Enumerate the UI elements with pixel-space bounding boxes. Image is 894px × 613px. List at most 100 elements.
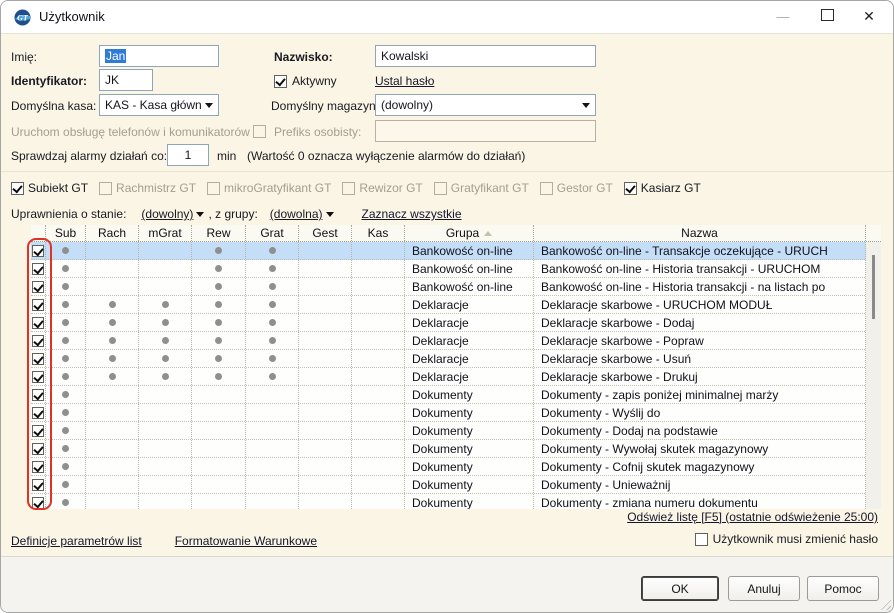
prefiks-input[interactable] xyxy=(375,120,596,142)
column-header-sub[interactable]: Sub xyxy=(46,225,86,241)
dot-cell-kas xyxy=(352,278,405,295)
dot-cell-grat xyxy=(246,260,299,277)
permission-row[interactable]: DokumentyDokumenty - Unieważnij xyxy=(31,476,881,494)
permission-row[interactable]: DokumentyDokumenty - zapis poniżej minim… xyxy=(31,386,881,404)
product-dot-icon xyxy=(269,337,276,344)
help-button[interactable]: Pomoc xyxy=(807,576,879,601)
group-filter-dropdown[interactable]: (dowolna) xyxy=(270,207,334,221)
dot-cell-kas xyxy=(352,296,405,313)
scrollbar-thumb[interactable] xyxy=(872,255,875,319)
product-checkbox-kasiarz-gt[interactable] xyxy=(624,182,637,195)
permission-row[interactable]: DokumentyDokumenty - Cofnij skutek magaz… xyxy=(31,458,881,476)
permission-row[interactable]: Bankowość on-lineBankowość on-line - His… xyxy=(31,278,881,296)
permission-row[interactable]: DeklaracjeDeklaracje skarbowe - Usuń xyxy=(31,350,881,368)
dot-cell-gest xyxy=(299,278,352,295)
product-label-rachmistrz-gt: Rachmistrz GT xyxy=(116,181,196,195)
column-header-kas[interactable]: Kas xyxy=(352,225,405,241)
product-checkbox-rachmistrz-gt[interactable] xyxy=(99,182,112,195)
dot-cell-rach xyxy=(86,368,139,385)
row-checkbox[interactable] xyxy=(32,245,44,257)
row-checkbox[interactable] xyxy=(32,461,44,473)
prefiks-label: Prefiks osobisty: xyxy=(274,122,361,142)
row-checkbox[interactable] xyxy=(32,281,44,293)
minimize-button[interactable]: — xyxy=(761,1,805,32)
row-checkbox[interactable] xyxy=(32,353,44,365)
row-checkbox[interactable] xyxy=(32,317,44,329)
row-checkbox[interactable] xyxy=(32,479,44,491)
select-all-link[interactable]: Zaznacz wszystkie xyxy=(362,207,462,221)
row-checkbox-cell xyxy=(31,368,46,385)
row-checkbox[interactable] xyxy=(32,371,44,383)
dot-cell-kas xyxy=(352,422,405,439)
imie-input[interactable]: Jan xyxy=(99,45,219,67)
dot-cell-gest xyxy=(299,314,352,331)
permission-row[interactable]: DokumentyDokumenty - zmiana numeru dokum… xyxy=(31,494,881,509)
state-filter-dropdown[interactable]: (dowolny) xyxy=(141,207,204,221)
domyslny-magazyn-select[interactable]: (dowolny) xyxy=(375,94,596,116)
product-dot-icon xyxy=(109,301,116,308)
maximize-button[interactable] xyxy=(805,1,849,32)
permission-row[interactable]: DokumentyDokumenty - Wywołaj skutek maga… xyxy=(31,440,881,458)
product-checkbox-gestor-gt[interactable] xyxy=(540,182,553,195)
dot-cell-mgrat xyxy=(139,332,192,349)
column-header-rew[interactable]: Rew xyxy=(192,225,246,241)
product-dot-icon xyxy=(62,301,69,308)
row-checkbox[interactable] xyxy=(32,425,44,437)
product-gestor-gt: Gestor GT xyxy=(540,181,613,195)
product-checkbox-rewizor-gt[interactable] xyxy=(342,182,355,195)
row-checkbox[interactable] xyxy=(32,407,44,419)
product-dot-icon xyxy=(215,319,222,326)
column-header-rach[interactable]: Rach xyxy=(86,225,139,241)
column-header-label: Grupa xyxy=(446,226,479,240)
row-checkbox[interactable] xyxy=(32,335,44,347)
resize-grip[interactable] xyxy=(878,597,891,610)
product-dot-icon xyxy=(109,355,116,362)
dot-cell-grat xyxy=(246,386,299,403)
column-header-grat[interactable]: Grat xyxy=(246,225,299,241)
sort-ascending-icon xyxy=(484,231,492,236)
definicje-parametrow-link[interactable]: Definicje parametrów list xyxy=(11,534,142,548)
must-change-password-checkbox[interactable] xyxy=(695,533,708,546)
nazwisko-input[interactable] xyxy=(375,45,596,67)
telefony-checkbox[interactable] xyxy=(253,125,266,138)
ustal-haslo-link[interactable]: Ustal hasło xyxy=(375,71,434,91)
cancel-button[interactable]: Anuluj xyxy=(728,576,800,601)
row-checkbox[interactable] xyxy=(32,443,44,455)
permission-row[interactable]: DeklaracjeDeklaracje skarbowe - Dodaj xyxy=(31,314,881,332)
vertical-scrollbar[interactable] xyxy=(866,242,881,509)
row-checkbox[interactable] xyxy=(32,389,44,401)
column-header-nazwa[interactable]: Nazwa xyxy=(534,225,866,241)
row-checkbox[interactable] xyxy=(32,497,44,509)
permission-row[interactable]: DeklaracjeDeklaracje skarbowe - Drukuj xyxy=(31,368,881,386)
alarmy-input[interactable] xyxy=(167,144,209,166)
column-header-grupa[interactable]: Grupa xyxy=(405,225,534,241)
dot-cell-gest xyxy=(299,296,352,313)
permission-row[interactable]: Bankowość on-lineBankowość on-line - Tra… xyxy=(31,242,881,260)
column-header-mgrat[interactable]: mGrat xyxy=(139,225,192,241)
product-checkbox-mikrogratyfikant-gt[interactable] xyxy=(207,182,220,195)
permission-row[interactable]: DeklaracjeDeklaracje skarbowe - URUCHOM … xyxy=(31,296,881,314)
ok-button[interactable]: OK xyxy=(641,576,719,601)
dot-cell-grat xyxy=(246,278,299,295)
formatowanie-warunkowe-link[interactable]: Formatowanie Warunkowe xyxy=(175,534,317,548)
permission-row[interactable]: DeklaracjeDeklaracje skarbowe - Popraw xyxy=(31,332,881,350)
permission-row[interactable]: DokumentyDokumenty - Dodaj na podstawie xyxy=(31,422,881,440)
row-checkbox[interactable] xyxy=(32,263,44,275)
product-checkbox-gratyfikant-gt[interactable] xyxy=(434,182,447,195)
column-header-gest[interactable]: Gest xyxy=(299,225,352,241)
dot-cell-sub xyxy=(46,458,86,475)
refresh-list-link[interactable]: Odśwież listę [F5] (ostatnie odświeżenie… xyxy=(627,510,878,524)
domyslna-kasa-select[interactable]: KAS - Kasa główna xyxy=(99,94,219,116)
grupa-cell: Dokumenty xyxy=(405,440,534,457)
section-divider xyxy=(1,171,893,172)
permission-row[interactable]: DokumentyDokumenty - Wyślij do xyxy=(31,404,881,422)
row-checkbox-cell xyxy=(31,440,46,457)
identyfikator-input[interactable] xyxy=(99,69,153,91)
row-checkbox[interactable] xyxy=(32,299,44,311)
dot-cell-rew xyxy=(192,296,246,313)
close-button[interactable]: ✕ xyxy=(847,1,891,32)
aktywny-checkbox[interactable] xyxy=(274,75,287,88)
column-header-checkbox[interactable] xyxy=(31,225,46,241)
permission-row[interactable]: Bankowość on-lineBankowość on-line - His… xyxy=(31,260,881,278)
product-checkbox-subiekt-gt[interactable] xyxy=(11,182,24,195)
